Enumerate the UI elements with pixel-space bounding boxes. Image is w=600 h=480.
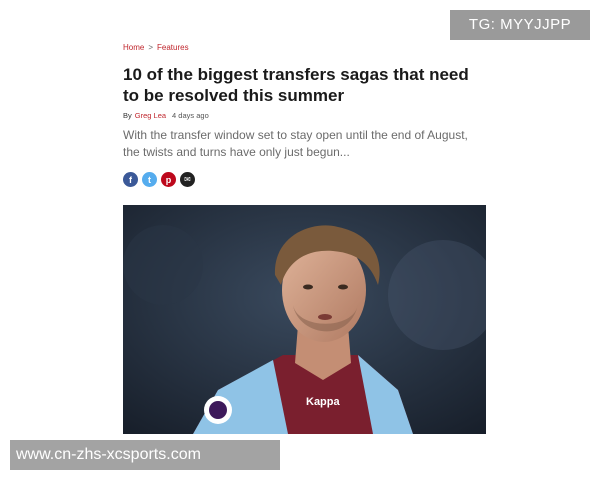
pinterest-share-button[interactable]: p [161,172,176,187]
breadcrumb: Home > Features [123,43,189,52]
article-standfirst: With the transfer window set to stay ope… [123,128,468,159]
twitter-icon: t [148,174,151,185]
email-share-button[interactable]: ✉ [180,172,195,187]
email-icon: ✉ [184,175,191,184]
watermark-bottom: www.cn-zhs-xcsports.com [10,440,280,470]
twitter-share-button[interactable]: t [142,172,157,187]
hero-image: Kappa [123,205,486,434]
facebook-share-button[interactable]: f [123,172,138,187]
pinterest-icon: p [165,174,172,185]
shirt-sponsor-text: Kappa [306,396,341,408]
byline-prefix: By [123,111,132,120]
hero-photo-footballer: Kappa [123,205,486,434]
breadcrumb-separator: > [148,43,154,52]
byline: By Greg Lea 4 days ago [123,111,209,120]
author-link[interactable]: Greg Lea [135,111,166,120]
watermark-top: TG: MYYJJPP [450,10,590,40]
article-title: 10 of the biggest transfers sagas that n… [123,65,469,105]
share-bar: f t p ✉ [123,172,195,187]
breadcrumb-home-link[interactable]: Home [123,43,144,52]
page: Home > Features 10 of the biggest transf… [0,0,600,480]
publish-date: 4 days ago [172,111,209,120]
facebook-icon: f [129,174,132,185]
breadcrumb-features-link[interactable]: Features [157,43,189,52]
